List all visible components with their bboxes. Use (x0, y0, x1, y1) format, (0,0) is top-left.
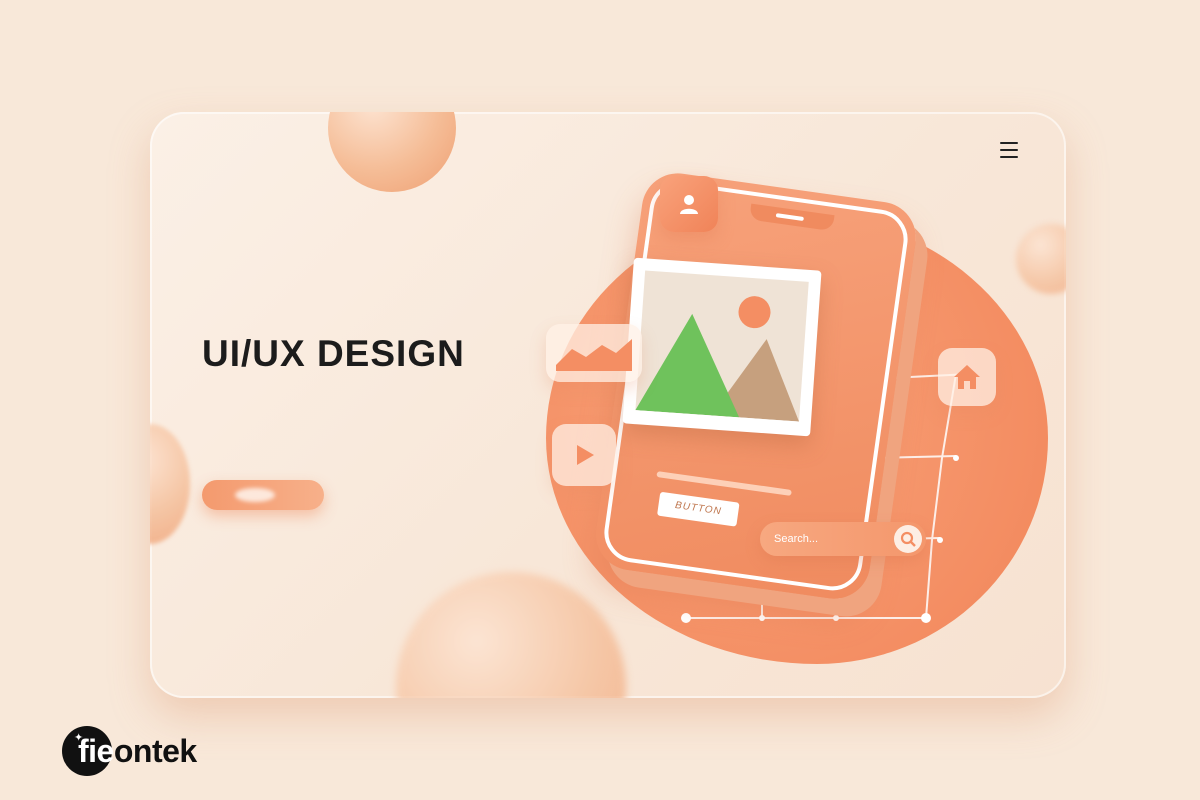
mockup-button[interactable]: BUTTON (657, 491, 740, 527)
decorative-orb (1016, 224, 1066, 294)
search-icon[interactable] (894, 525, 922, 553)
decorative-orb (328, 112, 456, 192)
sparkle-icon: ✦ (74, 732, 84, 744)
progress-bar (656, 471, 792, 496)
cta-highlight (235, 488, 275, 502)
search-input[interactable]: Search... (760, 522, 926, 556)
brand-logo: ✦ fieontek (62, 726, 197, 776)
phone-notch (749, 203, 835, 232)
hero-card: UI/UX DESIGN BUTTON Search... (150, 112, 1066, 698)
logo-text-dark: ontek (113, 732, 197, 769)
logo-text: fieontek (78, 733, 197, 770)
search-placeholder: Search... (774, 533, 819, 545)
logo-text-light: fie (78, 732, 114, 769)
image-card (622, 257, 822, 437)
menu-icon[interactable] (1000, 142, 1018, 158)
decorative-orb (396, 572, 626, 698)
play-icon[interactable] (552, 424, 616, 486)
decorative-orb (150, 424, 190, 544)
chart-icon[interactable] (546, 324, 642, 382)
cta-button[interactable] (202, 480, 324, 510)
page-title: UI/UX DESIGN (202, 333, 465, 374)
user-icon[interactable] (660, 176, 718, 232)
home-icon[interactable] (938, 348, 996, 406)
image-icon (635, 270, 809, 422)
